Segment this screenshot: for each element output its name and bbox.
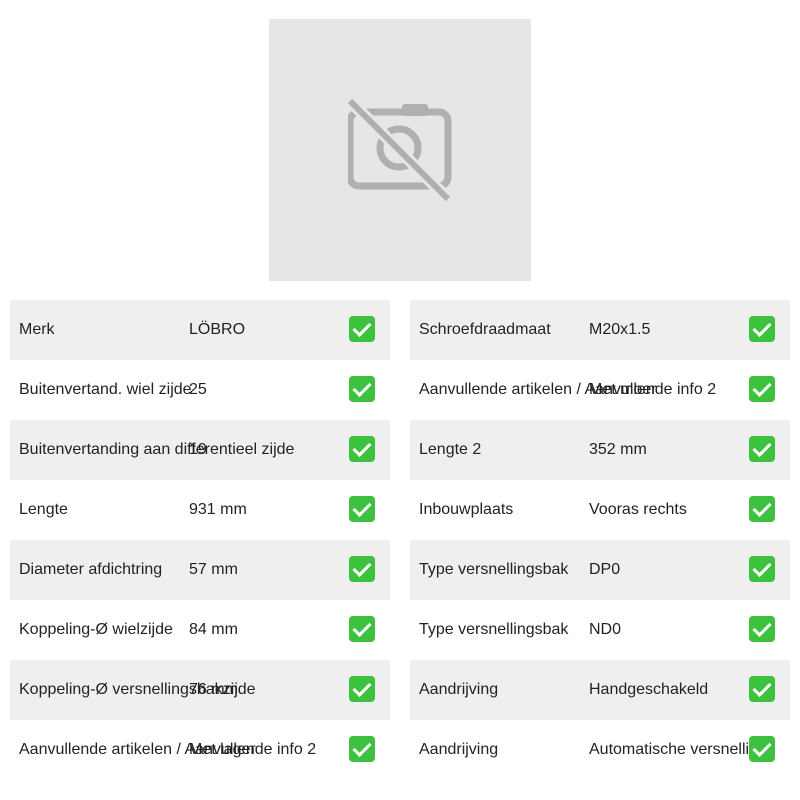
spec-value: Automatische versnellings [589, 741, 775, 758]
spec-label: Schroefdraadmaat [419, 321, 551, 338]
spec-row: Lengte 931 mm [10, 480, 390, 540]
spec-row: Koppeling-Ø versnellingsbakzijde 76 mm [10, 660, 390, 720]
spec-label: Aanvullende artikelen / Aanvullende info… [19, 741, 317, 758]
spec-value: 19 [189, 441, 207, 458]
product-image-placeholder [269, 19, 531, 281]
spec-row: Buitenvertand. wiel zijde 25 [10, 360, 390, 420]
spec-label: Inbouwplaats [419, 501, 514, 518]
check-icon [749, 616, 775, 642]
spec-value: M20x1.5 [589, 321, 651, 338]
spec-row: Diameter afdichtring 57 mm [10, 540, 390, 600]
check-icon [749, 496, 775, 522]
spec-row: Merk LÖBRO [10, 300, 390, 360]
spec-row: Aanvullende artikelen / Aanvullende info… [10, 720, 390, 780]
spec-row: Koppeling-Ø wielzijde 84 mm [10, 600, 390, 660]
spec-label: Koppeling-Ø wielzijde [19, 621, 173, 638]
spec-row: Type versnellingsbak DP0 [410, 540, 790, 600]
spec-row: Aandrijving Handgeschakeld [410, 660, 790, 720]
check-icon [349, 436, 375, 462]
spec-value: ND0 [589, 621, 622, 638]
spec-label: Lengte 2 [419, 441, 482, 458]
spec-row: Inbouwplaats Vooras rechts [410, 480, 790, 540]
check-icon [349, 556, 375, 582]
spec-label: Merk [19, 321, 55, 338]
spec-row: Lengte 2 352 mm [410, 420, 790, 480]
spec-value: Vooras rechts [589, 501, 687, 518]
spec-row: Schroefdraadmaat M20x1.5 [410, 300, 790, 360]
spec-row: Buitenvertanding aan differentieel zijde… [10, 420, 390, 480]
spec-value: Met moer [589, 381, 657, 398]
check-icon [749, 316, 775, 342]
check-icon [749, 376, 775, 402]
check-icon [749, 436, 775, 462]
spec-label: Buitenvertanding aan differentieel zijde [19, 441, 295, 458]
spec-value: 352 mm [589, 441, 647, 458]
check-icon [349, 676, 375, 702]
spec-value: 931 mm [189, 501, 247, 518]
check-icon [749, 736, 775, 762]
spec-value: 25 [189, 381, 207, 398]
spec-label: Diameter afdichtring [19, 561, 163, 578]
spec-row: Aandrijving Automatische versnellings [410, 720, 790, 780]
check-icon [349, 496, 375, 522]
spec-value: 84 mm [189, 621, 238, 638]
check-icon [749, 556, 775, 582]
spec-row: Aanvullende artikelen / Aanvullende info… [410, 360, 790, 420]
check-icon [349, 736, 375, 762]
spec-value: DP0 [589, 561, 621, 578]
spec-label: Type versnellingsbak [419, 561, 569, 578]
spec-value: Handgeschakeld [589, 681, 709, 698]
spec-table-right: Schroefdraadmaat M20x1.5 Aanvullende art… [410, 300, 790, 780]
camera-off-icon [348, 98, 452, 202]
spec-label: Aanvullende artikelen / Aanvullende info… [419, 381, 717, 398]
spec-table-left: Merk LÖBRO Buitenvertand. wiel zijde 25 … [10, 300, 390, 780]
spec-label: Aandrijving [419, 741, 499, 758]
check-icon [349, 316, 375, 342]
check-icon [349, 376, 375, 402]
spec-label: Lengte [19, 501, 68, 518]
spec-value: Met lager [189, 741, 256, 758]
spec-label: Buitenvertand. wiel zijde [19, 381, 192, 398]
spec-value: LÖBRO [189, 321, 246, 338]
spec-value: 57 mm [189, 561, 238, 578]
spec-row: Type versnellingsbak ND0 [410, 600, 790, 660]
spec-value: 76 mm [189, 681, 238, 698]
spec-label: Aandrijving [419, 681, 499, 698]
check-icon [749, 676, 775, 702]
spec-label: Type versnellingsbak [419, 621, 569, 638]
check-icon [349, 616, 375, 642]
